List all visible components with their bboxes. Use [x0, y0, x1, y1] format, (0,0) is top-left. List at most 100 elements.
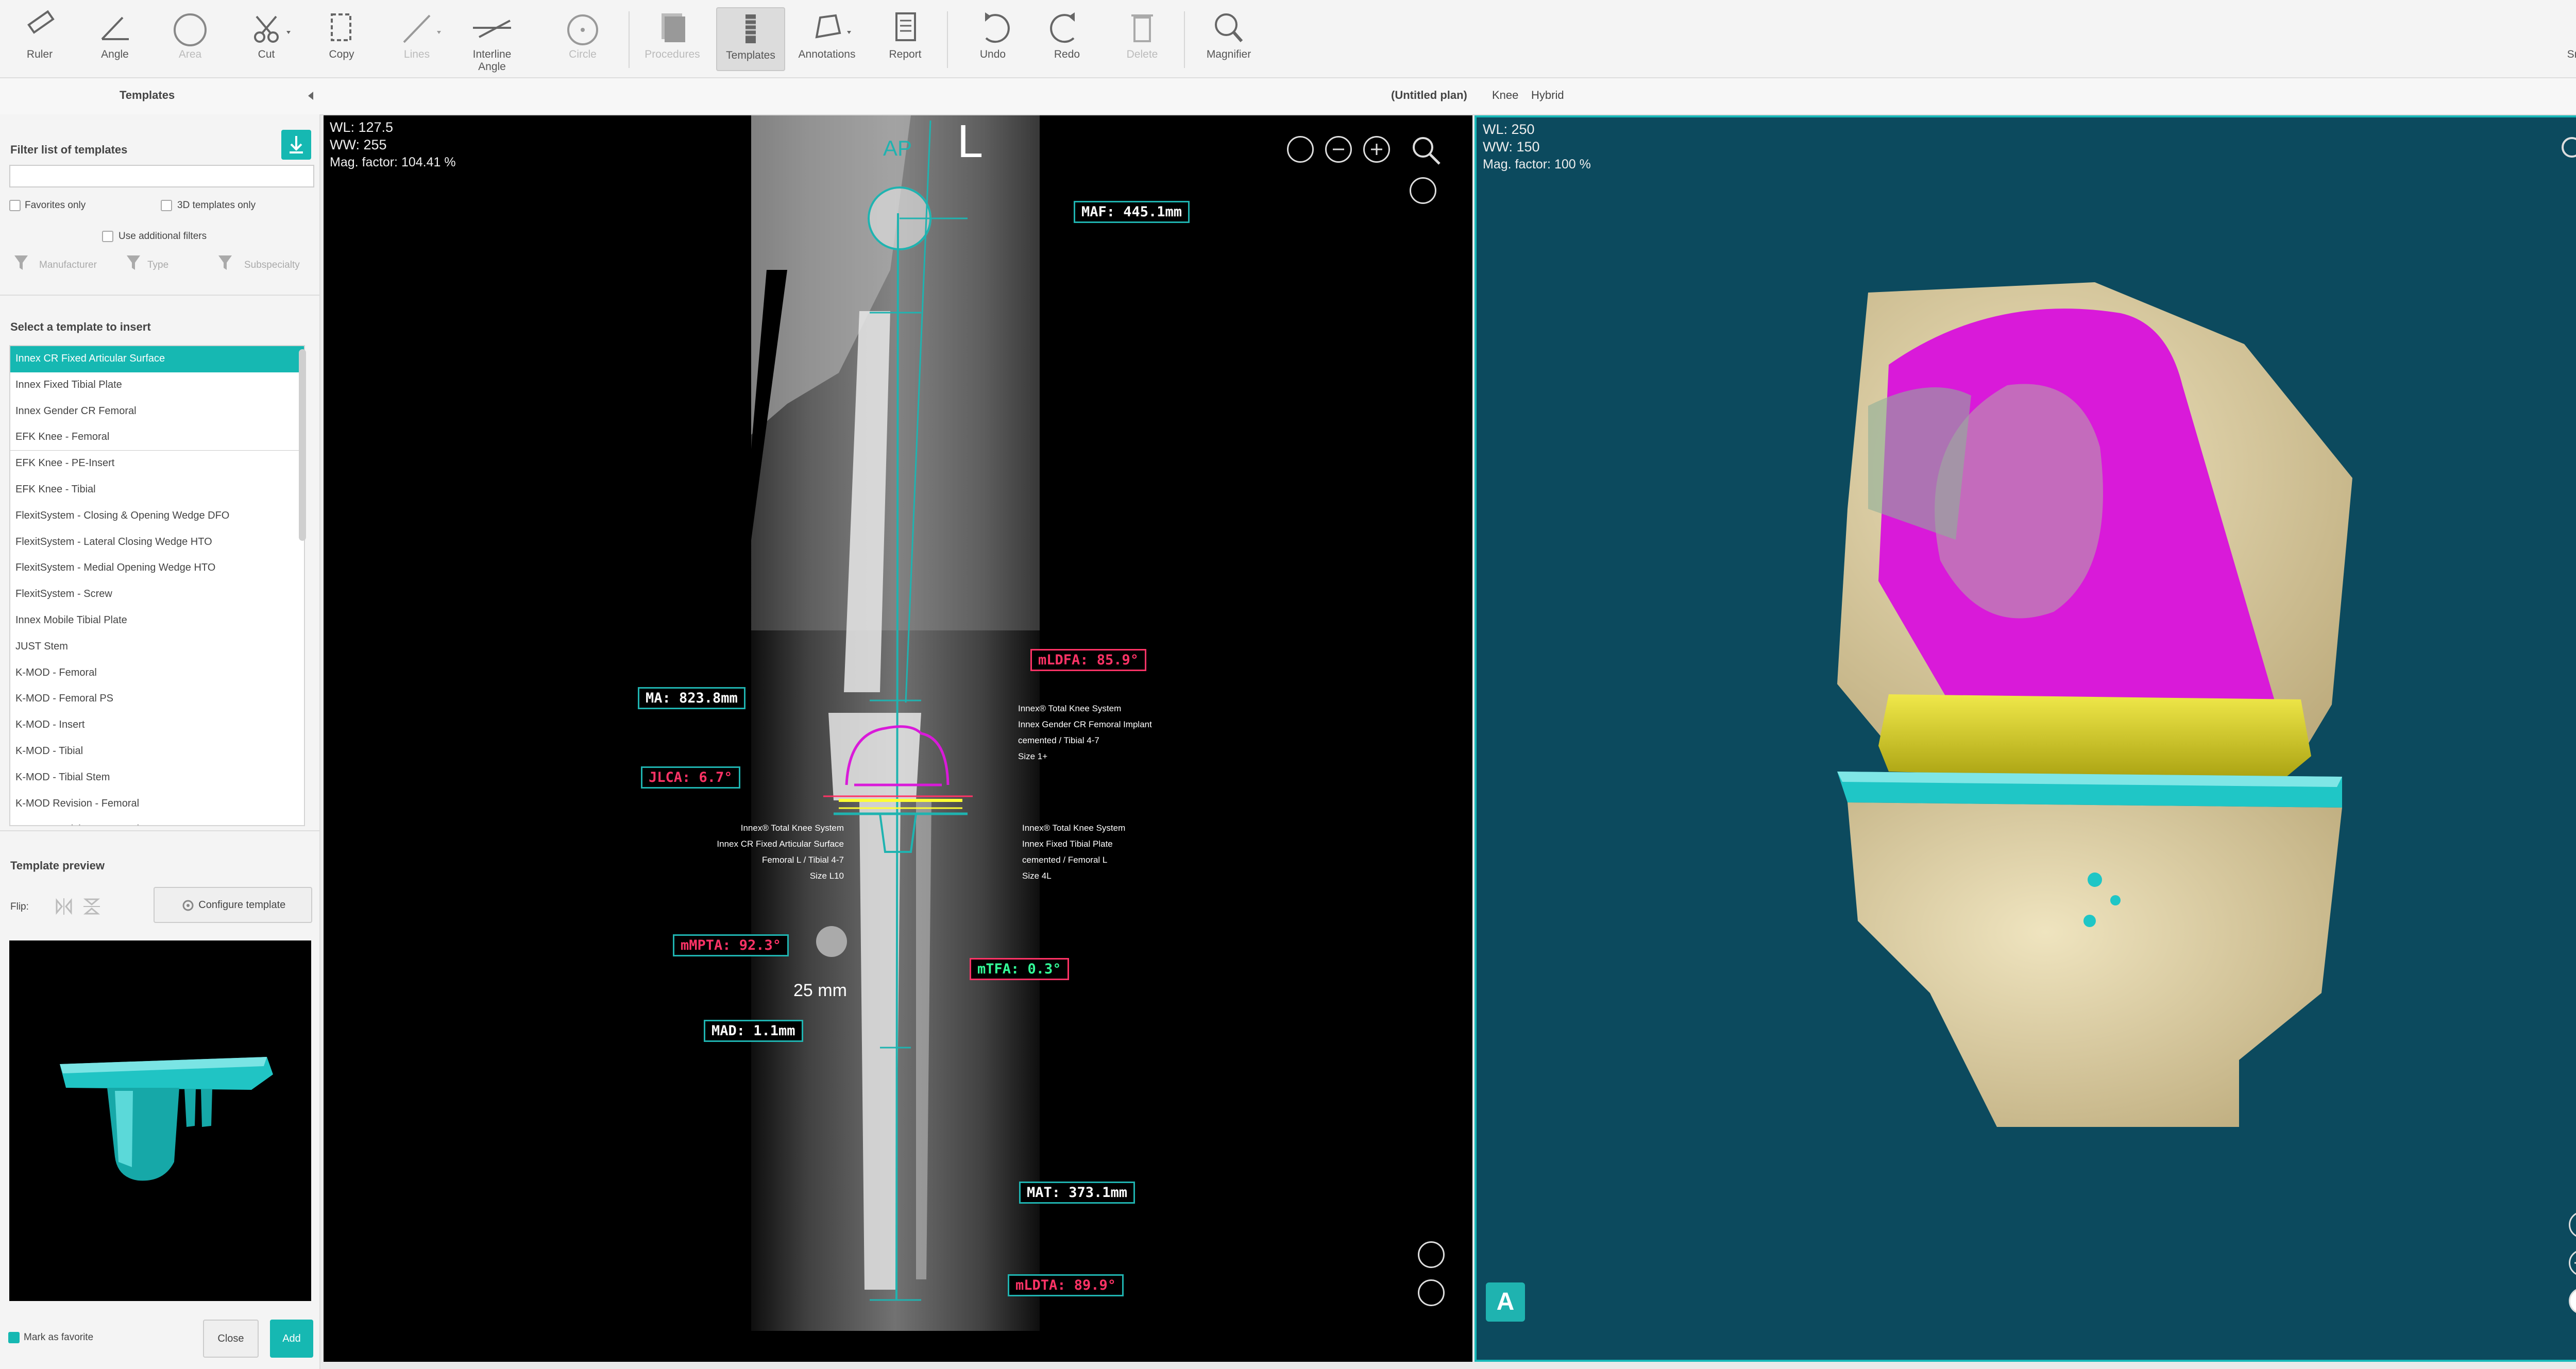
additional-filters-checkbox[interactable] — [102, 231, 113, 242]
configure-template-button[interactable]: Configure template — [154, 887, 312, 923]
configure-template-label: Configure template — [198, 899, 286, 911]
interline-angle-icon — [473, 20, 511, 38]
template-item[interactable]: JUST Stem — [10, 634, 304, 660]
template-item[interactable]: FlexitSystem - Lateral Closing Wedge HTO — [10, 529, 304, 556]
template-item[interactable]: FlexitSystem - Screw — [10, 581, 304, 608]
undo-button[interactable]: Undo — [959, 7, 1026, 69]
procedures-tool[interactable]: Procedures — [639, 7, 706, 69]
report-tool[interactable]: Report — [872, 7, 939, 69]
contrast-button[interactable] — [1418, 1279, 1445, 1306]
template-item[interactable]: K-MOD - Tibial — [10, 739, 304, 765]
delete-button[interactable]: Delete — [1109, 7, 1176, 69]
template-item[interactable]: K-MOD Revision - Femoral Stem — [10, 817, 304, 825]
template-item[interactable]: K-MOD - Femoral PS — [10, 686, 304, 712]
rotate-view-button[interactable] — [1410, 177, 1436, 204]
jlca-measurement[interactable]: JLCA: 6.7° — [641, 766, 740, 789]
magnifier-icon[interactable] — [2558, 134, 2576, 167]
tab-hybrid[interactable]: Hybrid — [1531, 89, 1564, 102]
template-item[interactable]: FlexitSystem - Closing & Opening Wedge D… — [10, 503, 304, 529]
mark-favorite-checkbox[interactable] — [8, 1332, 20, 1343]
cut-tool[interactable]: Cut — [233, 7, 300, 69]
template-item[interactable]: Innex Fixed Tibial Plate — [10, 372, 304, 399]
magnification-factor: Mag. factor: 104.41 % — [330, 155, 456, 169]
template-item[interactable]: EFK Knee - Femoral — [10, 424, 304, 451]
undo-label: Undo — [979, 48, 1006, 60]
magnifier-icon — [1215, 13, 1243, 42]
favorites-only-checkbox[interactable] — [9, 200, 21, 211]
ruler-tool[interactable]: Ruler — [6, 7, 73, 69]
ma-measurement[interactable]: MA: 823.8mm — [638, 687, 745, 709]
pan-button[interactable] — [2569, 1250, 2576, 1276]
template-item[interactable]: Innex Mobile Tibial Plate — [10, 608, 304, 634]
reset-view-button[interactable] — [1418, 1241, 1445, 1268]
cut-label: Cut — [258, 48, 275, 60]
filter-input[interactable] — [9, 165, 314, 187]
window-width: WW: 255 — [330, 137, 387, 152]
angle-tool[interactable]: Angle — [81, 7, 148, 69]
zoom-in-button[interactable] — [1363, 136, 1390, 163]
magnification-factor: Mag. factor: 100 % — [1483, 157, 1591, 172]
ap-marker: AP — [883, 136, 912, 160]
mmpta-measurement[interactable]: mMPTA: 92.3° — [673, 934, 789, 956]
magnifier-tool[interactable]: Magnifier — [1195, 7, 1262, 69]
angle-icon — [101, 16, 129, 40]
template-preview-label: Template preview — [10, 859, 105, 872]
lines-tool[interactable]: Lines — [383, 7, 450, 69]
panel-title: Templates — [120, 89, 175, 101]
fit-view-button[interactable] — [1287, 136, 1314, 163]
circle-tool[interactable]: Circle — [549, 7, 616, 69]
subspecialty-filter[interactable]: Subspecialty — [244, 260, 300, 271]
download-templates-button[interactable] — [281, 130, 311, 160]
magnifier-icon[interactable] — [1410, 134, 1443, 167]
mldfa-measurement[interactable]: mLDFA: 85.9° — [1030, 649, 1147, 671]
template-item[interactable]: K-MOD - Tibial Stem — [10, 765, 304, 791]
annotations-tool[interactable]: Annotations — [793, 7, 860, 69]
note-line: Femoral L / Tibial 4-7 — [761, 855, 844, 865]
template-item[interactable]: Innex Gender CR Femoral — [10, 399, 304, 425]
template-item[interactable]: EFK Knee - Tibial — [10, 477, 304, 503]
template-item[interactable]: K-MOD Revision - Femoral — [10, 791, 304, 817]
note-line: cemented / Tibial 4-7 — [1018, 735, 1099, 745]
template-item[interactable]: Innex CR Fixed Articular Surface — [10, 346, 304, 372]
flip-horizontal-icon[interactable] — [54, 896, 74, 917]
copy-tool[interactable]: Copy — [308, 7, 375, 69]
3d-viewport[interactable]: WL: 250 WW: 150 Mag. factor: 100 % A — [1475, 115, 2576, 1362]
template-preview-view[interactable] — [9, 940, 311, 1301]
3d-only-checkbox[interactable] — [161, 200, 172, 211]
redo-button[interactable]: Redo — [1033, 7, 1100, 69]
template-list-scrollbar[interactable] — [299, 349, 306, 541]
circle-label: Circle — [569, 48, 597, 60]
template-list: Innex CR Fixed Articular Surface Innex F… — [9, 345, 305, 826]
area-tool[interactable]: Area — [157, 7, 224, 69]
tab-knee[interactable]: Knee — [1492, 89, 1518, 102]
collapse-panel-icon[interactable] — [307, 91, 315, 101]
mad-measurement[interactable]: MAD: 1.1mm — [704, 1020, 803, 1042]
manufacturer-filter[interactable]: Manufacturer — [39, 260, 97, 271]
mtfa-measurement[interactable]: mTFA: 0.3° — [970, 958, 1069, 980]
filter-label: Filter list of templates — [10, 143, 128, 156]
flip-vertical-icon[interactable] — [81, 896, 102, 917]
filter-icon — [127, 255, 140, 270]
zoom-out-button[interactable] — [1325, 136, 1352, 163]
snapshot-button[interactable]: Snapshot — [2556, 7, 2576, 69]
minus-icon — [1333, 148, 1344, 150]
type-filter[interactable]: Type — [147, 260, 168, 271]
xray-viewport[interactable]: WL: 127.5 WW: 255 Mag. factor: 104.41 % … — [324, 115, 1472, 1362]
side-marker: L — [957, 116, 984, 167]
add-button[interactable]: Add — [270, 1320, 313, 1358]
close-button[interactable]: Close — [203, 1320, 259, 1358]
gear-icon — [182, 900, 194, 911]
maf-measurement[interactable]: MAF: 445.1mm — [1074, 201, 1190, 223]
mldta-measurement[interactable]: mLDTA: 89.9° — [1008, 1274, 1124, 1296]
template-item[interactable]: K-MOD - Insert — [10, 712, 304, 739]
template-item[interactable]: FlexitSystem - Medial Opening Wedge HTO — [10, 555, 304, 581]
orientation-badge[interactable]: A — [1486, 1282, 1525, 1322]
mat-measurement[interactable]: MAT: 373.1mm — [1019, 1182, 1136, 1204]
templates-tool[interactable]: Templates — [716, 7, 785, 71]
note-line: Innex® Total Knee System — [740, 823, 844, 833]
template-item[interactable]: K-MOD - Femoral — [10, 660, 304, 687]
template-item[interactable]: EFK Knee - PE-Insert — [10, 451, 304, 477]
toolbar-separator — [947, 11, 948, 68]
note-line: Size L10 — [809, 871, 844, 881]
interline-angle-tool[interactable]: Interline Angle — [459, 7, 526, 73]
